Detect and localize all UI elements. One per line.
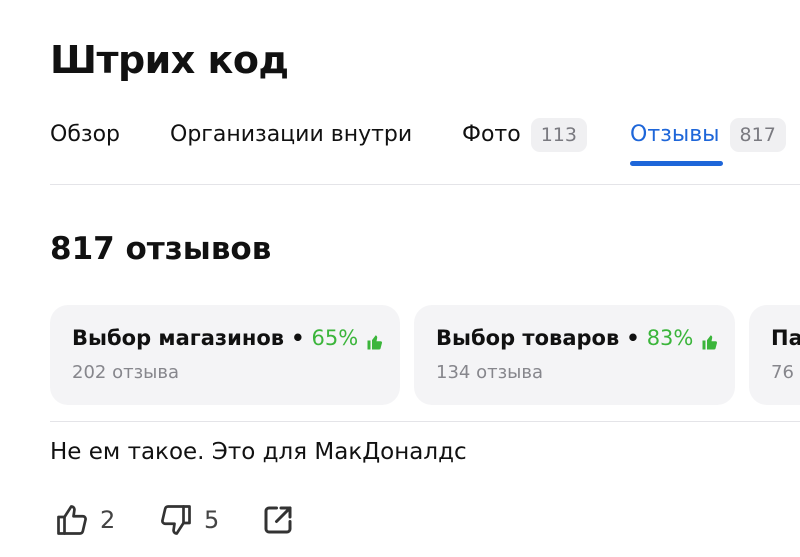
page-title: Штрих код xyxy=(50,38,289,82)
tab-photos-count: 113 xyxy=(530,118,587,152)
tab-photos[interactable]: Фото 113 xyxy=(462,114,587,156)
aspect-label: Выбор магазинов xyxy=(72,326,285,350)
thumb-up-filled-icon xyxy=(366,329,384,350)
aspect-review-count: 202 отзыва xyxy=(72,362,179,383)
tab-organizations[interactable]: Организации внутри xyxy=(170,114,412,156)
share-external-icon xyxy=(260,502,296,538)
tab-photos-label: Фото xyxy=(462,122,521,147)
share-button[interactable] xyxy=(260,500,296,540)
separator-dot: • xyxy=(291,326,305,350)
active-tab-indicator xyxy=(630,161,723,166)
aspect-card-products[interactable]: Выбор товаров • 83% 134 отзыва xyxy=(414,305,735,405)
page: Штрих код Обзор Организации внутри Фото … xyxy=(0,0,800,557)
reviews-count-heading: 817 отзывов xyxy=(50,231,272,267)
thumb-down-outline-icon xyxy=(158,502,194,538)
dislike-count: 5 xyxy=(204,506,220,534)
aspect-label: Выбор товаров xyxy=(436,326,620,350)
aspect-percent: 65% xyxy=(311,326,359,350)
tab-organizations-label: Организации внутри xyxy=(170,122,413,147)
separator-dot: • xyxy=(626,326,640,350)
tab-overview-label: Обзор xyxy=(50,122,121,147)
aspect-label: Па xyxy=(771,326,800,350)
tabs-divider xyxy=(50,184,800,185)
aspect-review-count: 134 отзыва xyxy=(436,362,543,383)
like-button[interactable]: 2 xyxy=(54,500,115,540)
aspect-card-stores[interactable]: Выбор магазинов • 65% 202 отзыва xyxy=(50,305,400,405)
tab-reviews-count: 817 xyxy=(729,118,786,152)
aspect-percent: 83% xyxy=(646,326,694,350)
dislike-button[interactable]: 5 xyxy=(158,500,219,540)
like-count: 2 xyxy=(100,506,116,534)
tab-reviews-label: Отзывы xyxy=(630,122,720,147)
tab-reviews[interactable]: Отзывы 817 xyxy=(630,114,786,156)
review-text: Не ем такое. Это для МакДоналдс xyxy=(50,439,467,465)
tab-overview[interactable]: Обзор xyxy=(50,114,120,156)
review-divider xyxy=(50,421,800,422)
aspect-review-count: 76 о xyxy=(771,362,800,383)
aspect-card-partial[interactable]: Па 76 о xyxy=(749,305,800,405)
thumb-up-filled-icon xyxy=(701,329,719,350)
thumb-up-outline-icon xyxy=(54,502,90,538)
